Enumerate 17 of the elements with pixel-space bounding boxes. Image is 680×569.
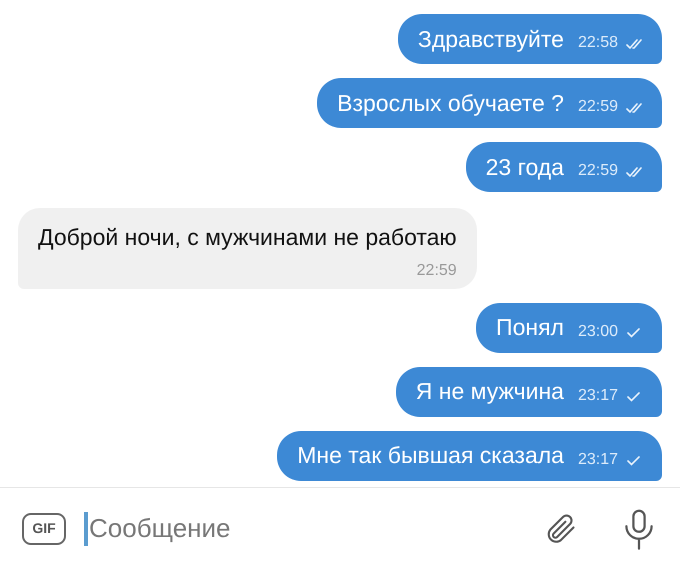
message-text: Здравствуйте — [418, 24, 564, 54]
message-text: 23 года — [486, 152, 564, 182]
message-time: 22:58 — [578, 33, 618, 53]
message-time: 22:59 — [578, 97, 618, 117]
message-time: 23:17 — [578, 450, 618, 470]
message-text: Взрослых обучаете ? — [337, 88, 564, 118]
message-time: 23:00 — [578, 322, 618, 342]
message-time: 23:17 — [578, 386, 618, 406]
message-time: 22:59 — [416, 260, 457, 280]
text-cursor — [84, 512, 88, 546]
message-time: 22:59 — [578, 161, 618, 181]
message-text: Мне так бывшая сказала — [297, 441, 564, 470]
message-text: Понял — [496, 313, 564, 342]
message-input-field[interactable]: Сообщение — [89, 508, 532, 548]
message-text: Доброй ночи, с мужчинами не работаю — [38, 223, 457, 252]
gif-button[interactable]: GIF — [22, 512, 66, 544]
message-text: Я не мужчина — [416, 377, 564, 406]
